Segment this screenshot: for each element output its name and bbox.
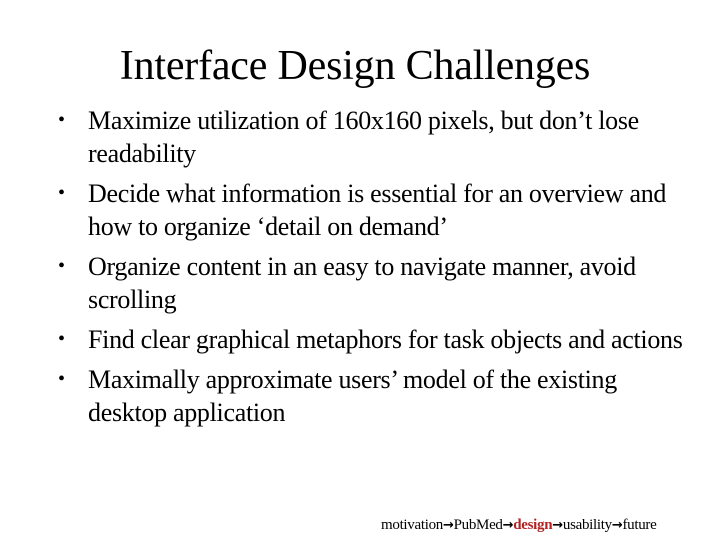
- bullet-text: Maximally approximate users’ model of th…: [88, 365, 617, 427]
- bullet-item: • Maximally approximate users’ model of …: [0, 363, 688, 429]
- arrow-right-icon: →: [443, 518, 454, 533]
- bullet-icon: •: [58, 328, 65, 350]
- bullet-icon: •: [58, 255, 65, 277]
- nav-step-design[interactable]: design: [513, 517, 552, 533]
- bullet-text: Organize content in an easy to navigate …: [88, 252, 636, 314]
- bullet-text: Maximize utilization of 160x160 pixels, …: [88, 106, 639, 168]
- nav-step-motivation[interactable]: motivation: [381, 517, 443, 533]
- arrow-right-icon: →: [552, 518, 563, 533]
- bullet-text: Find clear graphical metaphors for task …: [88, 325, 683, 354]
- bullet-list: • Maximize utilization of 160x160 pixels…: [0, 104, 720, 436]
- arrow-right-icon: →: [502, 518, 514, 533]
- bullet-item: • Decide what information is essential f…: [0, 177, 688, 243]
- bullet-icon: •: [58, 182, 65, 204]
- arrow-right-icon: →: [611, 518, 623, 533]
- bullet-item: • Maximize utilization of 160x160 pixels…: [0, 104, 688, 170]
- nav-step-future[interactable]: future: [622, 517, 656, 533]
- bullet-item: • Organize content in an easy to navigat…: [0, 250, 688, 316]
- bullet-item: • Find clear graphical metaphors for tas…: [0, 323, 688, 356]
- nav-step-pubmed[interactable]: PubMed: [454, 517, 503, 533]
- slide-title: Interface Design Challenges: [119, 43, 591, 89]
- bullet-text: Decide what information is essential for…: [88, 179, 667, 241]
- bullet-icon: •: [58, 109, 65, 131]
- bullet-icon: •: [58, 368, 65, 390]
- nav-step-usability[interactable]: usability: [563, 517, 612, 533]
- footer-navigation: motivation→PubMed→design→usability→futur…: [381, 515, 657, 536]
